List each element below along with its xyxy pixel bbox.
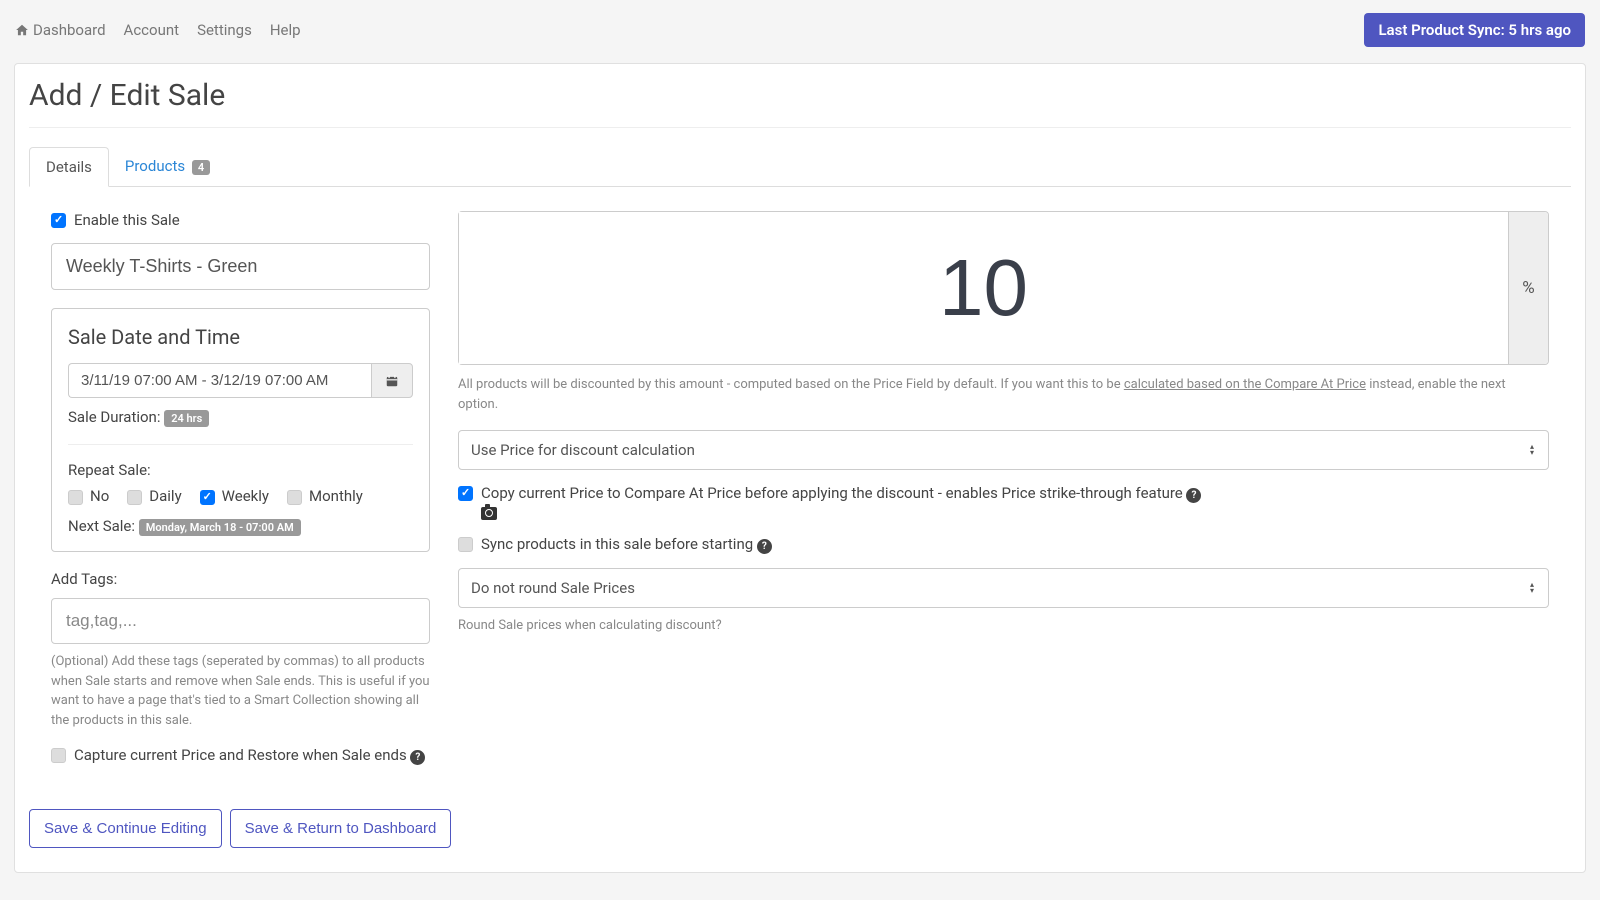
- right-column: % All products will be discounted by thi…: [458, 211, 1549, 779]
- discount-wrap: %: [458, 211, 1549, 365]
- form-columns: Enable this Sale Sale Date and Time Sale…: [29, 211, 1571, 779]
- home-icon: [15, 23, 29, 37]
- nav-help[interactable]: Help: [270, 21, 301, 39]
- repeat-weekly[interactable]: Weekly: [200, 487, 269, 505]
- duration-label: Sale Duration:: [68, 408, 164, 426]
- capture-price-label: Capture current Price and Restore when S…: [74, 746, 425, 765]
- repeat-label: Repeat Sale:: [68, 461, 413, 479]
- save-continue-button[interactable]: Save & Continue Editing: [29, 809, 222, 848]
- repeat-no-label: No: [90, 487, 109, 505]
- date-panel: Sale Date and Time Sale Duration: 24 hrs…: [51, 308, 430, 552]
- enable-sale-checkbox[interactable]: [51, 213, 66, 228]
- nav-dashboard-label: Dashboard: [33, 21, 106, 39]
- sync-products-checkbox[interactable]: [458, 537, 473, 552]
- left-column: Enable this Sale Sale Date and Time Sale…: [51, 211, 430, 779]
- round-help: Round Sale prices when calculating disco…: [458, 616, 1549, 636]
- date-range-input[interactable]: [68, 363, 371, 398]
- discount-help: All products will be discounted by this …: [458, 375, 1549, 414]
- copy-price-label: Copy current Price to Compare At Price b…: [481, 484, 1201, 521]
- camera-icon: [481, 507, 497, 520]
- repeat-no-checkbox[interactable]: [68, 490, 83, 505]
- calendar-icon: [385, 374, 399, 388]
- discount-input[interactable]: [459, 212, 1508, 364]
- tags-label: Add Tags:: [51, 570, 430, 588]
- repeat-options: No Daily Weekly Monthly: [68, 487, 413, 505]
- price-calc-select[interactable]: Use Price for discount calculation: [458, 430, 1549, 470]
- page-title: Add / Edit Sale: [29, 78, 1571, 128]
- save-return-button[interactable]: Save & Return to Dashboard: [230, 809, 452, 848]
- chevron-updown-icon: [1530, 582, 1538, 594]
- help-icon[interactable]: ?: [1186, 488, 1201, 503]
- capture-price-row: Capture current Price and Restore when S…: [51, 746, 430, 765]
- chevron-updown-icon: [1530, 444, 1538, 456]
- sync-badge[interactable]: Last Product Sync: 5 hrs ago: [1364, 13, 1585, 47]
- compare-at-link[interactable]: calculated based on the Compare At Price: [1124, 377, 1366, 392]
- repeat-monthly-label: Monthly: [309, 487, 363, 505]
- tab-products[interactable]: Products 4: [109, 147, 226, 187]
- tab-details[interactable]: Details: [29, 147, 109, 187]
- percent-addon: %: [1508, 212, 1548, 364]
- date-panel-title: Sale Date and Time: [68, 325, 413, 349]
- nav-account[interactable]: Account: [124, 21, 180, 39]
- sync-products-label: Sync products in this sale before starti…: [481, 535, 772, 554]
- round-select-value: Do not round Sale Prices: [471, 579, 635, 597]
- tab-products-label: Products: [125, 157, 185, 175]
- copy-price-row: Copy current Price to Compare At Price b…: [458, 484, 1549, 521]
- repeat-no[interactable]: No: [68, 487, 109, 505]
- tags-input[interactable]: [51, 598, 430, 644]
- repeat-weekly-label: Weekly: [222, 487, 269, 505]
- nav-settings[interactable]: Settings: [197, 21, 252, 39]
- price-calc-value: Use Price for discount calculation: [471, 441, 695, 459]
- nav-links: Dashboard Account Settings Help: [15, 21, 301, 39]
- topbar: Dashboard Account Settings Help Last Pro…: [0, 0, 1600, 57]
- repeat-daily-label: Daily: [149, 487, 181, 505]
- next-sale-label: Next Sale:: [68, 517, 139, 535]
- help-icon[interactable]: ?: [757, 539, 772, 554]
- calendar-button[interactable]: [371, 363, 413, 398]
- enable-sale-label: Enable this Sale: [74, 211, 180, 229]
- round-select[interactable]: Do not round Sale Prices: [458, 568, 1549, 608]
- duration-pill: 24 hrs: [164, 410, 209, 427]
- sale-name-input[interactable]: [51, 243, 430, 290]
- repeat-daily-checkbox[interactable]: [127, 490, 142, 505]
- copy-price-checkbox[interactable]: [458, 486, 473, 501]
- help-icon[interactable]: ?: [410, 750, 425, 765]
- enable-sale-row: Enable this Sale: [51, 211, 430, 229]
- tags-help: (Optional) Add these tags (seperated by …: [51, 652, 430, 730]
- tabs: Details Products 4: [29, 146, 1571, 187]
- main-card: Add / Edit Sale Details Products 4 Enabl…: [14, 63, 1586, 873]
- nav-dashboard[interactable]: Dashboard: [15, 21, 106, 39]
- tab-products-badge: 4: [192, 160, 210, 175]
- repeat-monthly-checkbox[interactable]: [287, 490, 302, 505]
- sync-products-row: Sync products in this sale before starti…: [458, 535, 1549, 554]
- repeat-daily[interactable]: Daily: [127, 487, 181, 505]
- next-sale-line: Next Sale: Monday, March 18 - 07:00 AM: [68, 517, 413, 535]
- capture-price-checkbox[interactable]: [51, 748, 66, 763]
- duration-line: Sale Duration: 24 hrs: [68, 408, 413, 445]
- date-input-wrap: [68, 363, 413, 398]
- next-sale-pill: Monday, March 18 - 07:00 AM: [139, 519, 301, 536]
- button-row: Save & Continue Editing Save & Return to…: [29, 809, 1571, 848]
- repeat-weekly-checkbox[interactable]: [200, 490, 215, 505]
- repeat-monthly[interactable]: Monthly: [287, 487, 363, 505]
